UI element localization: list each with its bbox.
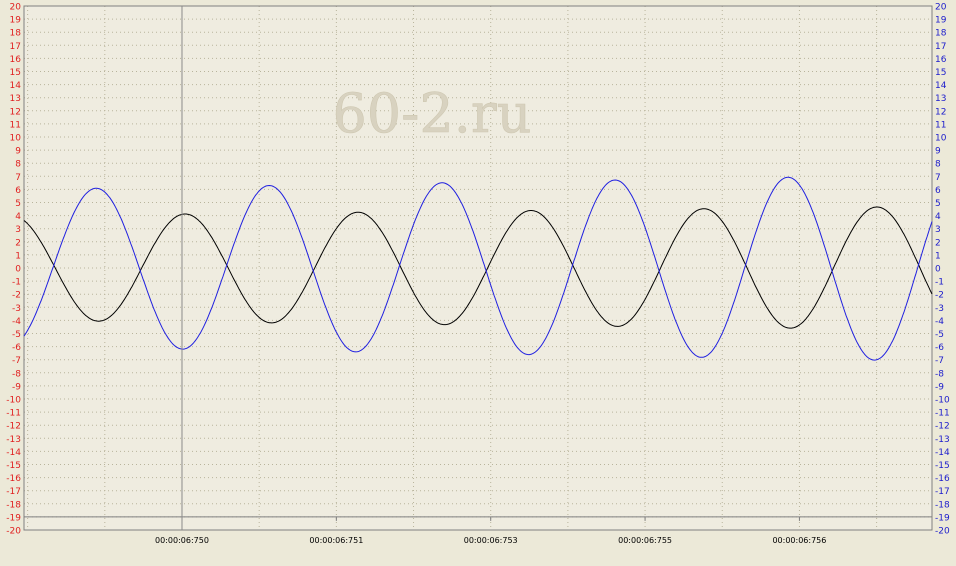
left-tick-label: -10 [6,396,21,406]
right-tick-label: -1 [935,278,944,288]
left-tick-label: -8 [12,369,21,379]
right-y-axis-labels: -20-19-18-17-16-15-14-13-12-11-10-9-8-7-… [935,3,950,537]
right-tick-label: 16 [935,55,947,65]
right-tick-label: -5 [935,330,944,340]
x-tick-label: 00:00:06:750 [155,536,209,545]
right-tick-label: 14 [935,81,947,91]
left-tick-label: 5 [15,199,21,209]
left-tick-label: 20 [10,3,22,13]
right-tick-label: -19 [935,513,950,523]
left-tick-label: 3 [15,225,21,235]
left-tick-label: 7 [15,173,21,183]
right-tick-label: -9 [935,382,944,392]
right-tick-label: -6 [935,343,944,353]
left-tick-label: -6 [12,343,21,353]
left-tick-label: 1 [15,251,21,261]
left-tick-label: 10 [10,134,22,144]
left-tick-label: 8 [15,160,21,170]
right-tick-label: 7 [935,173,941,183]
left-tick-label: 6 [15,186,21,196]
right-tick-label: 3 [935,225,941,235]
right-tick-label: -3 [935,304,944,314]
left-tick-label: 15 [10,68,21,78]
left-tick-label: 16 [10,55,22,65]
right-tick-label: -11 [935,409,950,419]
right-tick-label: -20 [935,527,950,537]
left-tick-label: -9 [12,382,21,392]
left-tick-label: -16 [6,474,21,484]
right-tick-label: 2 [935,238,941,248]
right-tick-label: 18 [935,29,947,39]
left-tick-label: 19 [10,16,22,26]
right-tick-label: 19 [935,16,947,26]
left-tick-label: -15 [6,461,21,471]
right-tick-label: 0 [935,265,941,275]
right-tick-label: -12 [935,422,950,432]
right-tick-label: -14 [935,448,950,458]
right-tick-label: 5 [935,199,941,209]
left-tick-label: 14 [10,81,22,91]
right-tick-label: -4 [935,317,944,327]
right-tick-label: 8 [935,160,941,170]
left-tick-label: -2 [12,291,21,301]
x-tick-label: 00:00:06:755 [618,536,672,545]
right-tick-label: -17 [935,487,950,497]
x-tick-label: 00:00:06:753 [464,536,518,545]
right-tick-label: -13 [935,435,950,445]
right-tick-label: -2 [935,291,944,301]
left-tick-label: -7 [12,356,21,366]
right-tick-label: 12 [935,107,946,117]
left-tick-label: 4 [15,212,21,222]
left-tick-label: -14 [6,448,21,458]
left-tick-label: -5 [12,330,21,340]
right-tick-label: 11 [935,120,946,130]
right-tick-label: 13 [935,94,946,104]
right-tick-label: 6 [935,186,941,196]
left-tick-label: -20 [6,527,21,537]
right-tick-label: -7 [935,356,944,366]
x-tick-label: 00:00:06:751 [309,536,363,545]
left-tick-label: -12 [6,422,21,432]
left-y-axis-labels: -20-19-18-17-16-15-14-13-12-11-10-9-8-7-… [6,3,21,537]
right-tick-label: -8 [935,369,944,379]
right-tick-label: -15 [935,461,950,471]
left-tick-label: -17 [6,487,21,497]
right-tick-label: -18 [935,500,950,510]
oscillogram-chart: 60-2.ru -20-19-18-17-16-15-14-13-12-11-1… [6,3,950,546]
left-tick-label: 9 [15,147,21,157]
right-tick-label: 9 [935,147,941,157]
right-tick-label: 17 [935,42,946,52]
right-tick-label: 4 [935,212,941,222]
left-tick-label: -4 [12,317,21,327]
left-tick-label: 13 [10,94,21,104]
watermark: 60-2.ru [332,82,531,145]
right-tick-label: -16 [935,474,950,484]
left-tick-label: 17 [10,42,21,52]
right-tick-label: 10 [935,134,947,144]
chart-window: 60-2.ru -20 -19 -18 -17 -16 -15 -14 -13 -12 -11 -1… [0,0,956,562]
left-tick-label: -11 [6,409,21,419]
left-tick-label: -13 [6,435,21,445]
left-tick-label: -19 [6,513,21,523]
right-tick-label: 15 [935,68,946,78]
left-tick-label: 18 [10,29,22,39]
right-tick-label: -10 [935,396,950,406]
left-tick-label: -3 [12,304,21,314]
left-tick-label: 11 [10,120,21,130]
left-tick-label: 0 [15,265,21,275]
left-tick-label: 2 [15,238,21,248]
right-tick-label: 1 [935,251,941,261]
left-tick-label: -1 [12,278,21,288]
left-tick-label: 12 [10,107,21,117]
x-tick-label: 00:00:06:756 [772,536,826,545]
right-tick-label: 20 [935,3,947,13]
left-tick-label: -18 [6,500,21,510]
